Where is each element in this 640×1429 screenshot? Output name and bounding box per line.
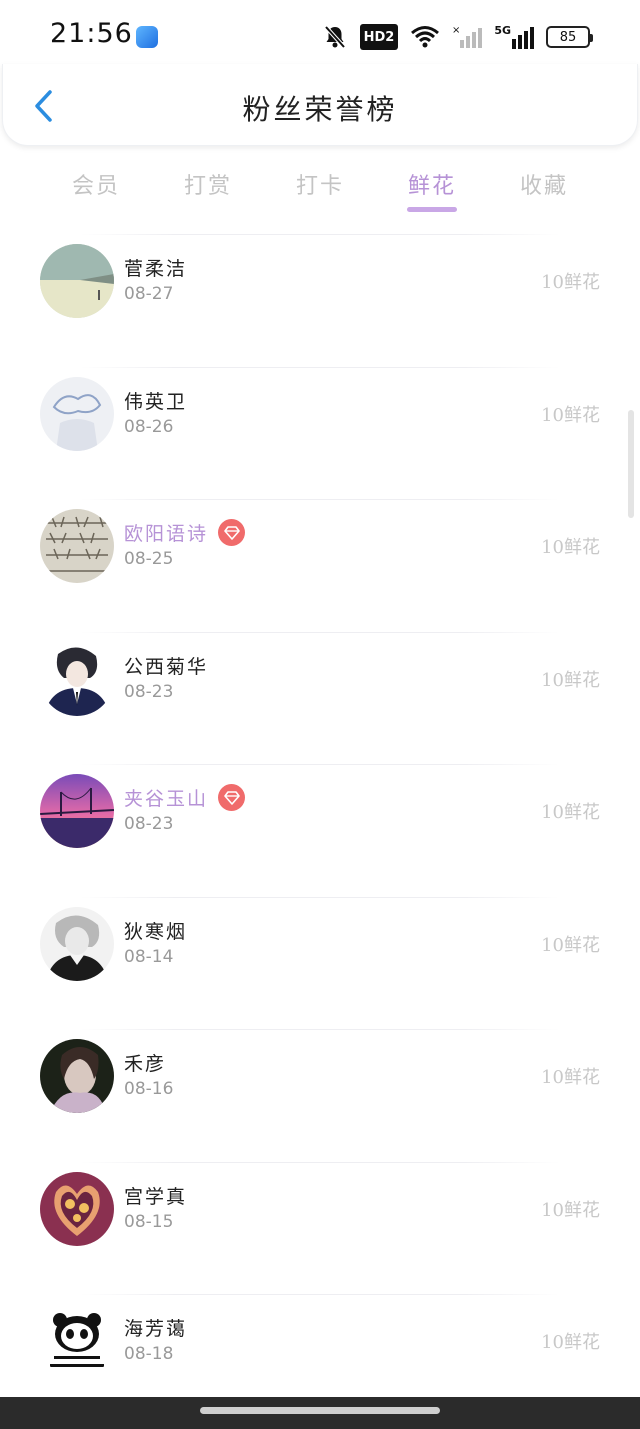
divider — [80, 764, 560, 765]
page-title: 粉丝荣誉榜 — [242, 93, 398, 126]
fan-name-row: 公西菊华 — [124, 652, 208, 679]
avatar[interactable] — [40, 509, 114, 583]
flower-count: 10鲜花 — [541, 802, 600, 823]
flower-count: 10鲜花 — [541, 934, 600, 956]
fan-name-row: 欧阳语诗 — [124, 519, 246, 546]
home-indicator[interactable] — [200, 1407, 440, 1414]
tab-flowers[interactable]: 鲜花 — [376, 160, 488, 220]
tab-bar: 会员 打赏 打卡 鲜花 收藏 — [40, 160, 600, 220]
fan-date: 08-18 — [124, 1344, 174, 1364]
fan-date: 08-27 — [124, 284, 174, 304]
hd-voice-icon: HD2 — [359, 24, 399, 50]
fan-name: 海芳蔼 — [124, 1318, 188, 1340]
list-item[interactable]: 禾彦 08-16 10鲜花 — [0, 1017, 640, 1150]
flower-count: 10鲜花 — [541, 537, 600, 558]
tab-favorites[interactable]: 收藏 — [488, 160, 600, 220]
list-item[interactable]: 伟英卫 08-26 10鲜花 — [0, 355, 640, 488]
fan-date: 08-15 — [124, 1211, 174, 1232]
tab-member[interactable]: 会员 — [40, 160, 152, 220]
list-item[interactable]: 菅柔洁 08-27 10鲜花 — [0, 222, 640, 355]
battery-level: 85 — [559, 29, 577, 45]
fan-date: 08-25 — [124, 549, 174, 569]
fan-name: 宫学真 — [124, 1185, 188, 1208]
avatar[interactable] — [40, 774, 114, 848]
list-item[interactable]: 宫学真 08-15 10鲜花 — [0, 1150, 640, 1283]
status-bar: 21:56 HD2 × 5G 85 — [0, 0, 640, 74]
divider — [80, 896, 560, 898]
fan-name-row: 狄寒烟 — [124, 917, 187, 944]
status-time: 21:56 — [50, 18, 133, 49]
avatar[interactable] — [40, 1304, 114, 1378]
avatar[interactable] — [40, 641, 114, 716]
fan-date: 08-14 — [124, 946, 174, 967]
fan-name-row: 海芳蔼 — [124, 1314, 187, 1341]
divider — [80, 631, 560, 633]
vip-diamond-icon — [218, 784, 246, 811]
fan-name: 狄寒烟 — [124, 920, 188, 943]
fan-list: 菅柔洁 08-27 10鲜花 伟英卫 08-26 10鲜花 欧阳语诗 08-25… — [0, 222, 640, 1415]
svg-text:×: × — [452, 25, 460, 36]
signal-5g-icon: 5G — [494, 24, 534, 50]
flower-count: 10鲜花 — [541, 1332, 600, 1353]
flower-count: 10鲜花 — [541, 272, 600, 293]
battery-icon: 85 — [546, 26, 593, 48]
status-icons: HD2 × 5G 85 — [322, 22, 593, 52]
divider — [80, 1029, 560, 1030]
vip-diamond-icon — [218, 519, 246, 546]
fan-date: 08-16 — [124, 1079, 174, 1099]
fan-name: 夹谷玉山 — [124, 788, 209, 810]
list-item[interactable]: 公西菊华 08-23 10鲜花 — [0, 620, 640, 753]
fan-name: 禾彦 — [124, 1053, 167, 1075]
fan-name: 公西菊华 — [124, 655, 209, 678]
fan-date: 08-26 — [124, 416, 174, 437]
flower-count: 10鲜花 — [541, 404, 600, 426]
divider — [80, 234, 560, 235]
tab-checkin[interactable]: 打卡 — [264, 160, 376, 220]
mute-bell-icon — [322, 24, 348, 50]
fan-name-row: 宫学真 — [124, 1182, 187, 1209]
avatar[interactable] — [40, 244, 114, 318]
header-bar: 粉丝荣誉榜 — [2, 64, 638, 146]
signal-weak-icon: × — [452, 24, 483, 50]
avatar[interactable] — [40, 376, 114, 451]
wifi-icon — [410, 24, 440, 50]
list-item[interactable]: 夹谷玉山 08-23 10鲜花 — [0, 752, 640, 885]
fan-name: 伟英卫 — [124, 390, 188, 413]
network-label: 5G — [494, 24, 511, 37]
divider — [80, 1294, 560, 1295]
list-item[interactable]: 欧阳语诗 08-25 10鲜花 — [0, 487, 640, 620]
app-notification-icon — [136, 26, 158, 48]
divider — [80, 1161, 560, 1163]
flower-count: 10鲜花 — [541, 669, 600, 691]
divider — [80, 366, 560, 368]
tab-reward[interactable]: 打赏 — [152, 160, 264, 220]
system-nav-bar — [0, 1397, 640, 1429]
fan-name-row: 菅柔洁 — [124, 254, 187, 281]
list-item[interactable]: 海芳蔼 08-18 10鲜花 — [0, 1282, 640, 1415]
fan-name-row: 夹谷玉山 — [124, 784, 246, 811]
avatar[interactable] — [40, 1171, 114, 1246]
scrollbar[interactable] — [628, 410, 634, 518]
avatar[interactable] — [40, 906, 114, 981]
flower-count: 10鲜花 — [541, 1199, 600, 1221]
fan-name-row: 伟英卫 — [124, 387, 187, 414]
fan-date: 08-23 — [124, 814, 174, 834]
flower-count: 10鲜花 — [541, 1067, 600, 1088]
fan-name: 菅柔洁 — [124, 258, 188, 280]
fan-name-row: 禾彦 — [124, 1049, 166, 1076]
fan-date: 08-23 — [124, 681, 174, 702]
list-item[interactable]: 狄寒烟 08-14 10鲜花 — [0, 885, 640, 1018]
avatar[interactable] — [40, 1039, 114, 1113]
fan-name: 欧阳语诗 — [124, 523, 209, 545]
divider — [80, 499, 560, 500]
